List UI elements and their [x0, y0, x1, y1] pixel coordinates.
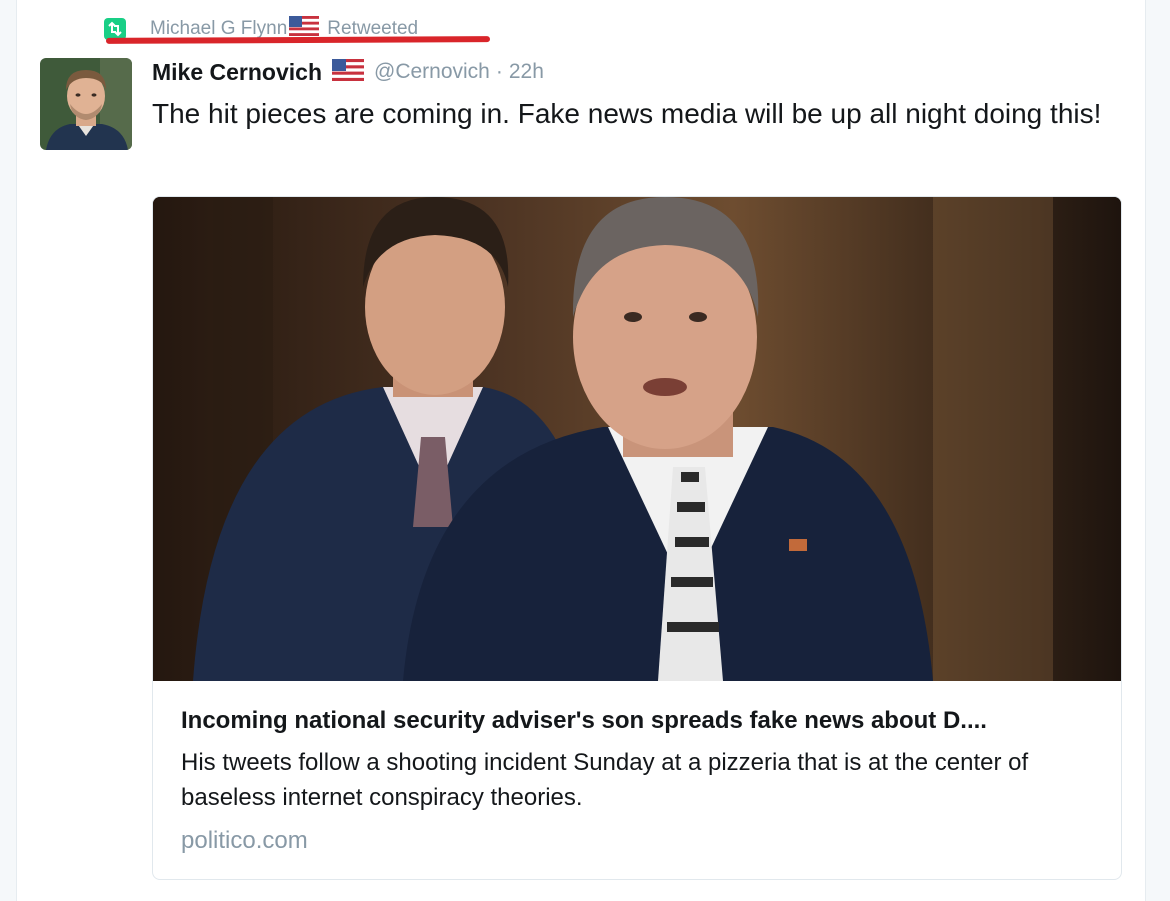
us-flag-icon: [332, 58, 364, 86]
card-image: [153, 197, 1121, 681]
card-description: His tweets follow a shooting incident Su…: [181, 749, 1029, 811]
separator-dot: ·: [495, 60, 503, 83]
tweet-header: Mike Cernovich @Cernovich · 22h: [152, 56, 544, 88]
retweet-icon: [104, 18, 126, 40]
page-background: [0, 0, 16, 901]
tweet-text: The hit pieces are coming in. Fake news …: [152, 98, 1102, 129]
avatar[interactable]: [40, 58, 132, 150]
card-title[interactable]: Incoming national security adviser's son…: [181, 707, 1101, 735]
author-handle[interactable]: @Cernovich: [374, 60, 490, 84]
tweet-timestamp[interactable]: 22h: [509, 60, 544, 84]
card-domain[interactable]: politico.com: [181, 827, 308, 855]
link-preview-card[interactable]: Incoming national security adviser's son…: [152, 196, 1122, 880]
author-name[interactable]: Mike Cernovich: [152, 59, 322, 86]
